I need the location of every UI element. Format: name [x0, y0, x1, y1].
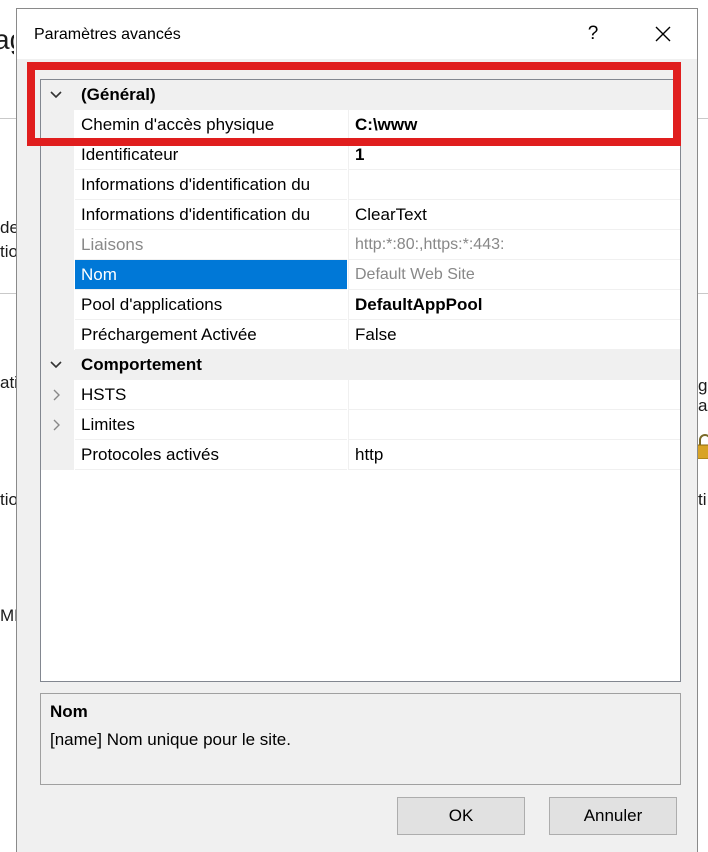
property-name[interactable]: Informations d'identification du — [75, 200, 347, 230]
background-divider — [0, 118, 16, 119]
property-name[interactable]: Pool d'applications — [75, 290, 347, 320]
property-value[interactable] — [348, 170, 680, 200]
row-gutter — [41, 200, 74, 230]
row-gutter — [41, 230, 74, 260]
property-row-bindings[interactable]: Liaisons http:*:80:,https:*:443: — [41, 230, 680, 260]
property-row-preload[interactable]: Préchargement Activée False — [41, 320, 680, 350]
category-behavior[interactable]: Comportement — [41, 350, 680, 380]
help-button[interactable]: ? — [573, 17, 613, 51]
row-gutter — [41, 380, 74, 410]
property-row-credentials-logon[interactable]: Informations d'identification du ClearTe… — [41, 200, 680, 230]
dialog-title: Paramètres avancés — [34, 26, 181, 43]
property-name[interactable]: Limites — [75, 410, 347, 440]
description-title: Nom — [50, 702, 88, 721]
property-row-credentials[interactable]: Informations d'identification du — [41, 170, 680, 200]
row-gutter — [41, 320, 74, 350]
close-button[interactable] — [643, 17, 683, 51]
background-text-fragment: g — [698, 376, 708, 395]
chevron-down-icon[interactable] — [49, 88, 63, 102]
description-text: [name] Nom unique pour le site. — [50, 730, 291, 749]
lock-icon — [697, 434, 708, 459]
property-value[interactable]: http — [348, 440, 680, 470]
property-name[interactable]: HSTS — [75, 380, 347, 410]
row-gutter — [41, 140, 74, 170]
property-row-name[interactable]: Nom Default Web Site — [41, 260, 680, 290]
row-gutter — [41, 260, 74, 290]
property-value[interactable]: C:\www — [348, 110, 680, 140]
row-gutter — [41, 440, 74, 470]
property-name[interactable]: Liaisons — [75, 230, 347, 260]
property-value[interactable]: http:*:80:,https:*:443: — [348, 230, 680, 260]
background-text-fragment: tio — [0, 242, 16, 261]
background-divider — [698, 118, 708, 119]
property-name[interactable]: Chemin d'accès physique — [75, 110, 347, 140]
property-name[interactable]: Nom — [75, 260, 347, 290]
property-row-physical-path[interactable]: Chemin d'accès physique C:\www — [41, 110, 680, 140]
property-value[interactable]: False — [348, 320, 680, 350]
property-description-panel: Nom [name] Nom unique pour le site. — [40, 693, 681, 785]
background-text-fragment: ati — [0, 373, 16, 392]
background-divider — [0, 293, 16, 294]
property-row-identifier[interactable]: Identificateur 1 — [41, 140, 680, 170]
chevron-right-icon[interactable] — [49, 388, 63, 402]
property-value[interactable] — [348, 410, 680, 440]
ok-button[interactable]: OK — [397, 797, 525, 835]
background-title-fragment: ag — [0, 24, 14, 55]
advanced-settings-dialog: Paramètres avancés ? (Général) Chemin d'… — [16, 8, 698, 852]
property-value[interactable]: DefaultAppPool — [348, 290, 680, 320]
property-value[interactable]: 1 — [348, 140, 680, 170]
background-text-fragment: ME — [0, 606, 16, 625]
property-row-hsts[interactable]: HSTS — [41, 380, 680, 410]
close-icon — [655, 26, 671, 42]
row-gutter — [41, 170, 74, 200]
category-label: Comportement — [81, 355, 202, 374]
row-gutter — [41, 290, 74, 320]
chevron-right-icon[interactable] — [49, 418, 63, 432]
property-value[interactable] — [348, 380, 680, 410]
category-label: (Général) — [81, 85, 156, 104]
property-grid[interactable]: (Général) Chemin d'accès physique C:\www… — [40, 79, 681, 682]
property-name[interactable]: Identificateur — [75, 140, 347, 170]
property-name[interactable]: Informations d'identification du — [75, 170, 347, 200]
property-row-limits[interactable]: Limites — [41, 410, 680, 440]
background-text-fragment: tio — [0, 490, 16, 509]
background-text-fragment: de — [0, 218, 16, 237]
property-row-enabled-protocols[interactable]: Protocoles activés http — [41, 440, 680, 470]
property-name[interactable]: Protocoles activés — [75, 440, 347, 470]
background-text-fragment: a — [698, 396, 708, 415]
property-row-application-pool[interactable]: Pool d'applications DefaultAppPool — [41, 290, 680, 320]
property-value[interactable]: Default Web Site — [348, 260, 680, 290]
property-name[interactable]: Préchargement Activée — [75, 320, 347, 350]
cancel-button[interactable]: Annuler — [549, 797, 677, 835]
chevron-down-icon[interactable] — [49, 358, 63, 372]
background-divider — [698, 293, 708, 294]
dialog-titlebar[interactable]: Paramètres avancés ? — [17, 9, 697, 59]
category-general[interactable]: (Général) — [41, 80, 680, 110]
row-gutter — [41, 110, 74, 140]
property-value[interactable]: ClearText — [348, 200, 680, 230]
row-gutter — [41, 410, 74, 440]
background-text-fragment: ti — [698, 490, 707, 509]
